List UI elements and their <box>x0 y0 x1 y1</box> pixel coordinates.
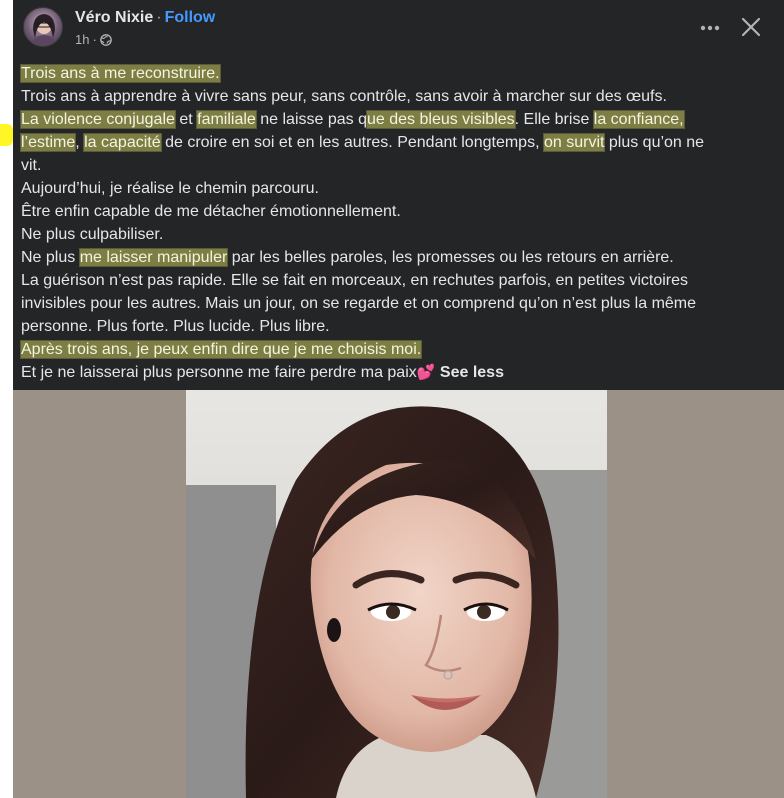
highlighted-text: ue des bleus visibles <box>367 111 515 128</box>
highlighted-text: me laisser manipuler <box>79 249 228 266</box>
text-segment: invisibles pour les autres. Mais un jour… <box>21 295 697 312</box>
text-segment: ne laisse pas q <box>255 111 367 128</box>
close-icon <box>741 17 761 37</box>
post-text-line: personne. Plus forte. Plus lucide. Plus … <box>21 315 761 338</box>
highlighted-text: Après trois ans, je peux enfin dire que … <box>21 341 422 358</box>
post-timestamp[interactable]: 1h <box>75 32 89 47</box>
highlighted-text: la confiance, <box>593 111 684 128</box>
post-text-line: Trois ans à me reconstruire. <box>21 62 761 85</box>
post-text-line: Être enfin capable de me détacher émotio… <box>21 200 761 223</box>
post-photo-container <box>13 390 784 798</box>
highlighted-text: Trois ans à me reconstruire. <box>21 65 220 82</box>
post-meta: 1h · <box>75 32 112 49</box>
highlighted-text: La violence conjugale <box>21 111 175 128</box>
post-text-line: l’estime, la capacité de croire en soi e… <box>21 131 761 154</box>
text-segment: La guérison n’est pas rapide. Elle se fa… <box>21 272 689 289</box>
post-text-line: Trois ans à apprendre à vivre sans peur,… <box>21 85 761 108</box>
post-text-line: Aujourd’hui, je réalise le chemin parcou… <box>21 177 761 200</box>
post-text-line: Ne plus me laisser manipuler par les bel… <box>21 246 761 269</box>
highlighted-text: la capacité <box>84 134 161 151</box>
post-card: Véro Nixie · Follow 1h · Trois ans à me rec… <box>13 0 784 798</box>
highlighted-text: l’estime <box>21 134 76 151</box>
post-text-lines: Trois ans à me reconstruire. Trois ans à … <box>21 62 761 361</box>
highlighted-text: on survit <box>543 134 605 151</box>
last-line-text: Et je ne laisserai plus personne me fair… <box>21 364 417 381</box>
post-header: Véro Nixie · Follow 1h · <box>13 0 784 60</box>
follow-button[interactable]: Follow <box>165 9 216 26</box>
highlight-marker <box>0 124 13 146</box>
meta-separator: · <box>92 32 97 47</box>
post-text-last-line: Et je ne laisserai plus personne me fair… <box>21 361 761 384</box>
text-segment: , <box>75 134 85 151</box>
post-text-line: Après trois ans, je peux enfin dire que … <box>21 338 761 361</box>
post-text-line: vit. <box>21 154 761 177</box>
text-segment: vit. <box>21 157 42 174</box>
text-segment: plus qu’on ne <box>604 134 705 151</box>
text-segment: personne. Plus forte. Plus lucide. Plus … <box>21 318 330 335</box>
post-text-line: invisibles pour les autres. Mais un jour… <box>21 292 761 315</box>
heart-emoji: 💕 <box>416 364 436 381</box>
more-horizontal-icon <box>700 25 720 31</box>
see-less-link[interactable]: See less <box>440 364 504 381</box>
author-name[interactable]: Véro Nixie <box>75 9 153 26</box>
text-segment: de croire en soi et en les autres. Penda… <box>160 134 544 151</box>
highlighted-text: familiale <box>197 111 256 128</box>
text-segment: Aujourd’hui, je réalise le chemin parcou… <box>21 180 319 197</box>
text-segment: Être enfin capable de me détacher émotio… <box>21 203 401 220</box>
close-button[interactable] <box>736 12 766 42</box>
post-text: Trois ans à me reconstruire. Trois ans à … <box>21 62 761 384</box>
text-segment: et <box>174 111 198 128</box>
text-segment: Ne plus <box>21 249 80 266</box>
text-segment: Trois ans à apprendre à vivre sans peur,… <box>21 88 667 105</box>
text-segment: . Elle brise <box>514 111 594 128</box>
post-text-line: La guérison n’est pas rapide. Elle se fa… <box>21 269 761 292</box>
post-text-line: Ne plus culpabiliser. <box>21 223 761 246</box>
post-text-line: La violence conjugale et familiale ne la… <box>21 108 761 131</box>
name-separator: · <box>156 9 162 26</box>
author-avatar[interactable] <box>23 7 63 47</box>
text-segment: Ne plus culpabiliser. <box>21 226 164 243</box>
more-options-button[interactable] <box>696 14 724 42</box>
globe-icon[interactable] <box>99 34 112 49</box>
text-segment: par les belles paroles, les promesses ou… <box>227 249 674 266</box>
post-photo[interactable] <box>186 390 607 798</box>
portrait-photo <box>186 390 607 798</box>
author-line: Véro Nixie · Follow <box>75 9 215 27</box>
